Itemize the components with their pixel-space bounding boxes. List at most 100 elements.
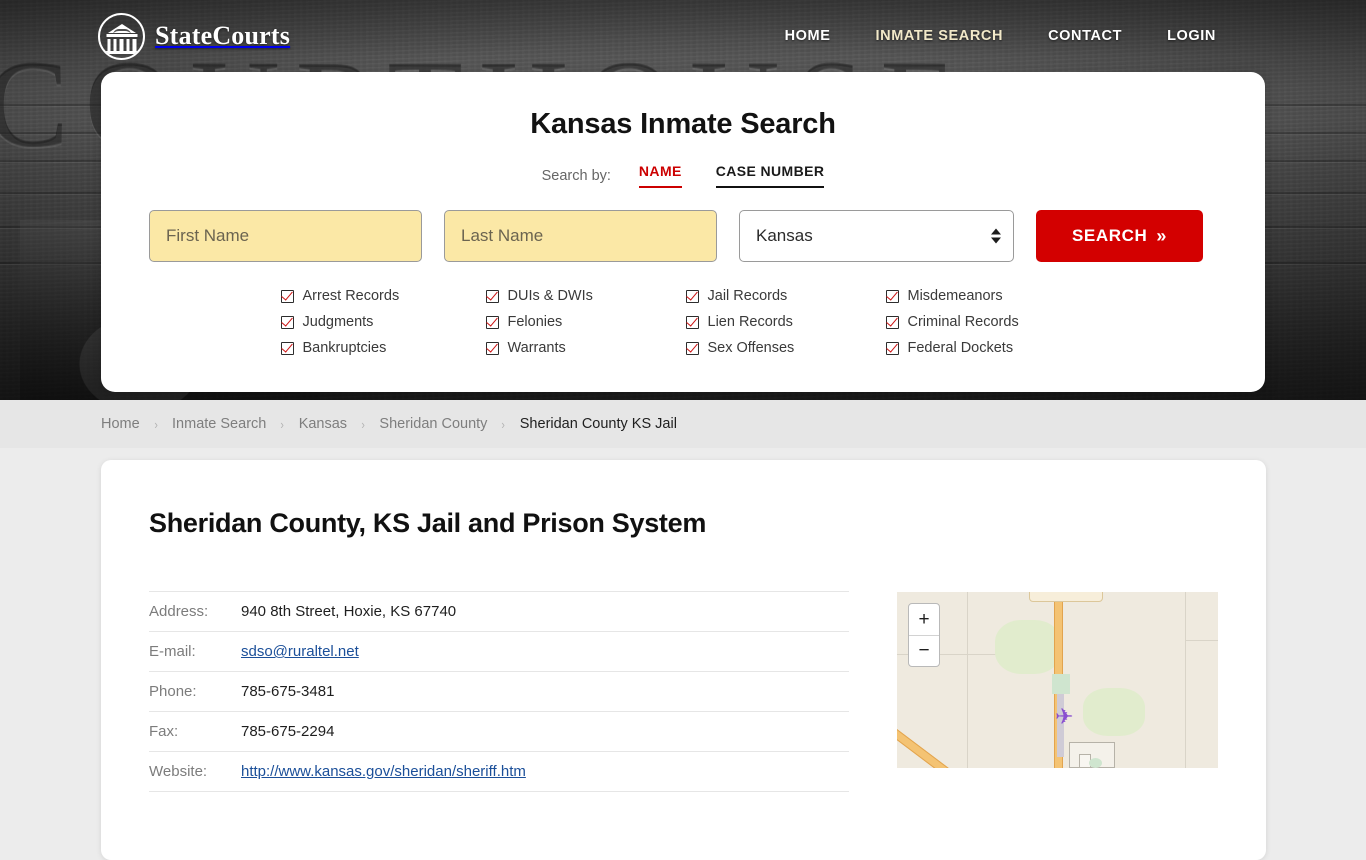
table-row: E-mail: sdso@ruraltel.net [149, 631, 849, 672]
check-item[interactable]: Criminal Records [885, 314, 1086, 330]
tab-name[interactable]: NAME [638, 163, 682, 188]
map-building [1052, 674, 1070, 694]
checkbox-checked-icon [685, 341, 699, 355]
check-label: Federal Dockets [907, 340, 1014, 356]
check-item[interactable]: Warrants [485, 340, 686, 356]
map-gridline [967, 592, 968, 768]
breadcrumb-item-current: Sheridan County KS Jail [519, 416, 677, 432]
nav-item-contact[interactable]: CONTACT [1048, 28, 1122, 44]
select-stepper-icon [991, 228, 1001, 244]
chevron-right-icon: › [501, 416, 506, 432]
facility-info-table: Address: 940 8th Street, Hoxie, KS 67740… [149, 591, 849, 792]
search-form: Kansas SEARCH » [149, 210, 1217, 262]
table-row: Phone: 785-675-3481 [149, 671, 849, 712]
checkbox-checked-icon [885, 315, 899, 329]
breadcrumb-item-sheridan-county[interactable]: Sheridan County [379, 416, 487, 432]
check-item[interactable]: DUIs & DWIs [485, 288, 686, 304]
inmate-search-card: Kansas Inmate Search Search by: NAME CAS… [101, 72, 1265, 392]
email-link[interactable]: sdso@ruraltel.net [241, 643, 359, 660]
first-name-input[interactable] [149, 210, 422, 262]
breadcrumb-item-kansas[interactable]: Kansas [299, 416, 347, 432]
check-item[interactable]: Jail Records [685, 288, 886, 304]
map-zoom-out-button[interactable]: − [909, 636, 939, 667]
row-value-phone: 785-675-3481 [241, 671, 849, 712]
last-name-input[interactable] [444, 210, 717, 262]
row-key-website: Website: [149, 751, 241, 792]
checkbox-checked-icon [280, 315, 294, 329]
map-building [1089, 758, 1102, 768]
map-field [995, 620, 1061, 674]
map-road [897, 700, 1004, 768]
breadcrumb-item-home[interactable]: Home [101, 416, 140, 432]
check-item[interactable]: Arrest Records [280, 288, 486, 304]
chevron-right-icon: › [280, 416, 285, 432]
map-zoom-in-button[interactable]: + [909, 604, 939, 636]
check-label: Arrest Records [302, 288, 400, 304]
row-key-phone: Phone: [149, 671, 241, 712]
check-item[interactable]: Bankruptcies [280, 340, 486, 356]
breadcrumb-item-inmate-search[interactable]: Inmate Search [172, 416, 266, 432]
row-value-email: sdso@ruraltel.net [241, 631, 849, 672]
website-link[interactable]: http://www.kansas.gov/sheridan/sheriff.h… [241, 763, 526, 780]
nav-item-home[interactable]: HOME [785, 28, 831, 44]
chevron-right-icon: › [154, 416, 158, 432]
map-field [1083, 688, 1145, 736]
checkbox-checked-icon [280, 341, 294, 355]
checkbox-checked-icon [885, 341, 899, 355]
nav-item-inmate-search[interactable]: INMATE SEARCH [876, 28, 1004, 44]
courthouse-circle-icon [98, 12, 145, 60]
row-value-website: http://www.kansas.gov/sheridan/sheriff.h… [241, 751, 849, 792]
chevron-right-icon: › [361, 416, 365, 432]
check-label: Warrants [507, 340, 566, 356]
check-label: Felonies [507, 314, 563, 330]
search-by-row: Search by: NAME CASE NUMBER [149, 163, 1217, 188]
checkbox-checked-icon [485, 289, 499, 303]
map-highway-shield [1029, 592, 1103, 602]
check-label: Sex Offenses [707, 340, 795, 356]
row-value-fax: 785-675-2294 [241, 711, 849, 752]
tab-case-number[interactable]: CASE NUMBER [715, 163, 825, 188]
state-select[interactable]: Kansas [739, 210, 1014, 262]
breadcrumb: Home › Inmate Search › Kansas › Sheridan… [0, 400, 1366, 448]
check-label: Criminal Records [907, 314, 1019, 330]
checkbox-checked-icon [485, 315, 499, 329]
map-zoom-controls: + − [908, 603, 940, 667]
page-title: Kansas Inmate Search [530, 108, 836, 140]
top-bar: StateCourts HOME INMATE SEARCH CONTACT L… [0, 0, 1366, 72]
check-item[interactable]: Felonies [485, 314, 686, 330]
check-label: Bankruptcies [302, 340, 387, 356]
map-gridline [1185, 592, 1186, 768]
main-navigation: HOME INMATE SEARCH CONTACT LOGIN [785, 28, 1216, 44]
checkbox-checked-icon [685, 315, 699, 329]
state-select-value: Kansas [756, 226, 813, 245]
location-map[interactable]: ✈ + − [897, 592, 1218, 768]
search-button[interactable]: SEARCH » [1036, 210, 1203, 262]
search-by-label: Search by: [541, 167, 611, 184]
check-item[interactable]: Judgments [280, 314, 486, 330]
checkbox-checked-icon [685, 289, 699, 303]
search-button-label: SEARCH [1071, 226, 1148, 245]
checkbox-checked-icon [280, 289, 294, 303]
double-chevron-right-icon: » [1156, 225, 1167, 246]
row-key-address: Address: [149, 591, 241, 632]
facility-title: Sheridan County, KS Jail and Prison Syst… [149, 508, 707, 538]
table-row: Website: http://www.kansas.gov/sheridan/… [149, 751, 849, 792]
checkbox-checked-icon [885, 289, 899, 303]
checkbox-checked-icon [485, 341, 499, 355]
nav-item-login[interactable]: LOGIN [1167, 28, 1216, 44]
table-row: Address: 940 8th Street, Hoxie, KS 67740 [149, 591, 849, 632]
record-type-list: Arrest Records DUIs & DWIs Jail Records … [149, 288, 1217, 356]
row-key-fax: Fax: [149, 711, 241, 752]
brand-name: StateCourts [155, 21, 291, 50]
airplane-icon: ✈ [1055, 704, 1074, 729]
brand-logo-link[interactable]: StateCourts [98, 12, 291, 60]
map-gridline [1185, 640, 1218, 641]
check-label: Misdemeanors [907, 288, 1003, 304]
table-row: Fax: 785-675-2294 [149, 711, 849, 752]
check-item[interactable]: Misdemeanors [885, 288, 1086, 304]
check-label: Lien Records [707, 314, 793, 330]
check-item[interactable]: Sex Offenses [685, 340, 886, 356]
check-item[interactable]: Federal Dockets [885, 340, 1086, 356]
row-value-address: 940 8th Street, Hoxie, KS 67740 [241, 591, 849, 632]
check-item[interactable]: Lien Records [685, 314, 886, 330]
